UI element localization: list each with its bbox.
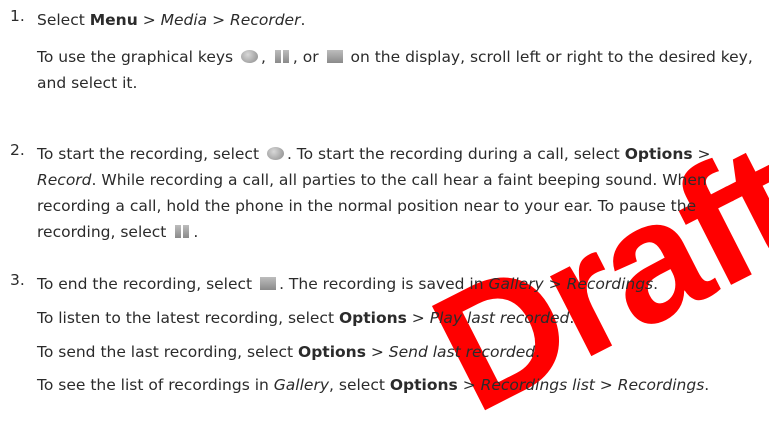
step-number: 2. xyxy=(10,141,25,159)
record-key-icon xyxy=(266,147,284,160)
pause-key-icon xyxy=(174,225,190,238)
step-subtext: To use the graphical keys , , or on the … xyxy=(37,48,753,92)
step-text: Select Menu > Media > Recorder. xyxy=(37,11,306,29)
step-text: To start the recording, select . To star… xyxy=(37,145,711,241)
record-key-icon xyxy=(241,50,259,63)
stop-key-icon xyxy=(326,50,343,63)
step-number: 3. xyxy=(10,271,25,289)
step-text: To end the recording, select . The recor… xyxy=(37,275,659,293)
step-subtext: To see the list of recordings in Gallery… xyxy=(37,376,710,394)
step-subtext: To send the last recording, select Optio… xyxy=(37,343,541,361)
step-number: 1. xyxy=(10,7,25,25)
pause-key-icon xyxy=(274,50,290,63)
stop-key-icon xyxy=(260,277,277,290)
step-subtext: To listen to the latest recording, selec… xyxy=(37,309,575,327)
